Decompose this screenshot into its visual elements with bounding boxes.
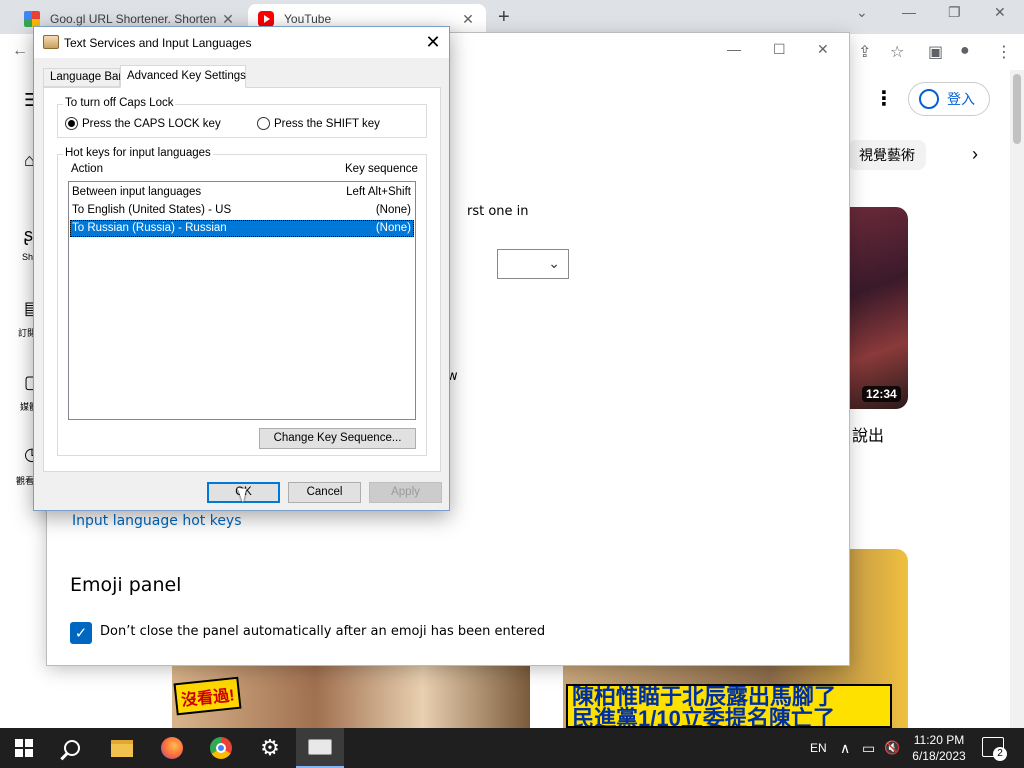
tab-language-bar[interactable]: Language Bar [43,68,122,87]
caption-line: 民進黨1/10立委提名陳亡了 [572,706,835,728]
browser-close-button[interactable]: ✕ [994,4,1006,21]
notification-count-badge: 2 [993,747,1007,761]
row-action: To English (United States) - US [72,204,232,216]
hotkeys-list[interactable]: Between input languages Left Alt+Shift T… [68,181,416,420]
chevron-down-icon: ⌄ [548,255,560,271]
chrome-button[interactable] [197,728,245,768]
apply-button[interactable]: Apply [369,482,442,503]
account-circle-icon [919,89,939,109]
tab-title: Goo.gl URL Shortener. Shorten U [50,12,220,26]
firefox-button[interactable] [148,728,196,768]
emoji-panel-checkbox[interactable]: ✓ [70,622,92,644]
dialog-titlebar[interactable]: Text Services and Input Languages ✕ [34,27,449,58]
input-language-indicator[interactable]: EN [810,728,827,768]
sign-in-button[interactable]: 登入 [908,82,990,116]
video-duration-badge: 12:34 [862,386,901,402]
row-key-sequence: Left Alt+Shift [346,186,411,198]
settings-text-fragment: rst one in [467,204,529,219]
keyboard-icon [308,739,332,755]
advanced-key-settings-panel: To turn off Caps Lock Press the CAPS LOC… [43,87,441,472]
radio-selected-icon [65,117,78,130]
youtube-settings-kebab-icon[interactable]: ⋮ [874,86,894,111]
browser-restore-button[interactable]: ❐ [948,4,961,21]
windows-logo-icon [15,739,33,757]
change-key-sequence-button[interactable]: Change Key Sequence... [259,428,416,449]
list-item-selected[interactable]: To Russian (Russia) - Russian (None) [70,220,414,237]
firefox-icon [161,737,183,759]
network-icon[interactable]: ▭ [862,728,875,768]
tab-title: YouTube [284,12,332,26]
googl-favicon-icon [24,11,40,27]
scrollbar-thumb[interactable] [1013,74,1021,144]
share-icon[interactable]: ⇪ [858,42,871,62]
folder-icon [111,739,133,757]
browser-minimize-button[interactable]: — [902,4,916,20]
video-thumbnail[interactable] [848,207,908,409]
column-header-action: Action [71,163,103,175]
tab-advanced-key-settings[interactable]: Advanced Key Settings [120,65,246,88]
hotkeys-group-label: Hot keys for input languages [63,147,213,159]
history-label: 觀看 [16,476,35,486]
chrome-icon [210,737,232,759]
shift-key-radio[interactable]: Press the SHIFT key [257,117,380,130]
search-icon [64,740,80,756]
volume-muted-icon[interactable]: 🔇 [884,728,900,768]
caps-lock-group-label: To turn off Caps Lock [63,97,176,109]
input-language-hot-keys-link[interactable]: Input language hot keys [72,513,242,529]
tab-close-icon[interactable]: ✕ [460,11,476,28]
sign-in-label: 登入 [947,91,975,107]
row-action: To Russian (Russia) - Russian [72,222,227,234]
list-item[interactable]: To English (United States) - US (None) [70,202,414,219]
cancel-button[interactable]: Cancel [288,482,361,503]
column-header-key-sequence: Key sequence [345,163,418,175]
chevron-right-icon[interactable]: › [972,144,978,165]
bookmark-star-icon[interactable]: ☆ [890,42,904,62]
page-scrollbar[interactable] [1010,70,1024,728]
row-action: Between input languages [72,186,202,198]
row-key-sequence: (None) [375,222,411,234]
new-tab-button[interactable]: + [498,6,510,29]
category-chip[interactable]: 視覺藝術 [848,140,926,170]
emoji-panel-heading: Emoji panel [70,574,182,596]
browser-menu-icon[interactable]: ⋮ [996,42,1012,62]
settings-dropdown[interactable]: ⌄ [497,249,569,279]
settings-app-button[interactable]: ⚙ [246,728,294,768]
emoji-panel-checkbox-label[interactable]: Don’t close the panel automatically afte… [100,624,545,639]
clock-time: 11:20 PM [913,733,965,747]
gear-icon: ⚙ [260,735,280,760]
radio-label: Press the SHIFT key [274,117,380,130]
file-explorer-button[interactable] [98,728,146,768]
dialog-close-button[interactable]: ✕ [422,31,444,53]
dialog-title: Text Services and Input Languages [64,36,252,50]
radio-label: Press the CAPS LOCK key [82,117,221,130]
keyboard-app-icon [43,35,59,49]
back-arrow-icon[interactable]: ← [12,42,28,60]
search-button[interactable] [48,728,96,768]
thumbnail-caption: 陳柏惟瞄于北辰露出馬腳了 民進黨1/10立委提名陳亡了 [566,684,892,728]
side-panel-icon[interactable]: ▣ [928,42,943,62]
settings-minimize-button[interactable]: — [727,41,741,57]
text-services-taskbar-button[interactable] [296,728,344,768]
youtube-favicon-icon [258,11,274,27]
shorts-label: Sh [22,252,34,262]
start-button[interactable] [0,728,48,768]
video-title-fragment[interactable]: 說出 [852,422,884,446]
tray-chevron-icon[interactable]: ∧ [840,728,850,768]
list-item[interactable]: Between input languages Left Alt+Shift [70,184,414,201]
profile-icon[interactable]: ● [960,42,970,60]
tab-close-icon[interactable]: ✕ [220,11,236,28]
caps-lock-key-radio[interactable]: Press the CAPS LOCK key [65,117,221,130]
settings-maximize-button[interactable]: ☐ [773,41,786,58]
text-services-dialog: Text Services and Input Languages ✕ Lang… [33,26,450,511]
windows-taskbar: ⚙ EN ∧ ▭ 🔇 11:20 PM 6/18/2023 2 [0,728,1024,768]
row-key-sequence: (None) [375,204,411,216]
shorts-icon[interactable]: ʂ [24,225,33,246]
clock[interactable]: 11:20 PM 6/18/2023 [906,732,972,764]
radio-unselected-icon [257,117,270,130]
thumbnail-overlay-text: 沒看過! [173,676,242,716]
clock-date: 6/18/2023 [912,749,966,763]
caption-line: 陳柏惟瞄于北辰露出馬腳了 [572,684,837,709]
settings-close-button[interactable]: ✕ [817,41,829,58]
tab-search-chevron-icon[interactable]: ⌄ [856,4,868,21]
